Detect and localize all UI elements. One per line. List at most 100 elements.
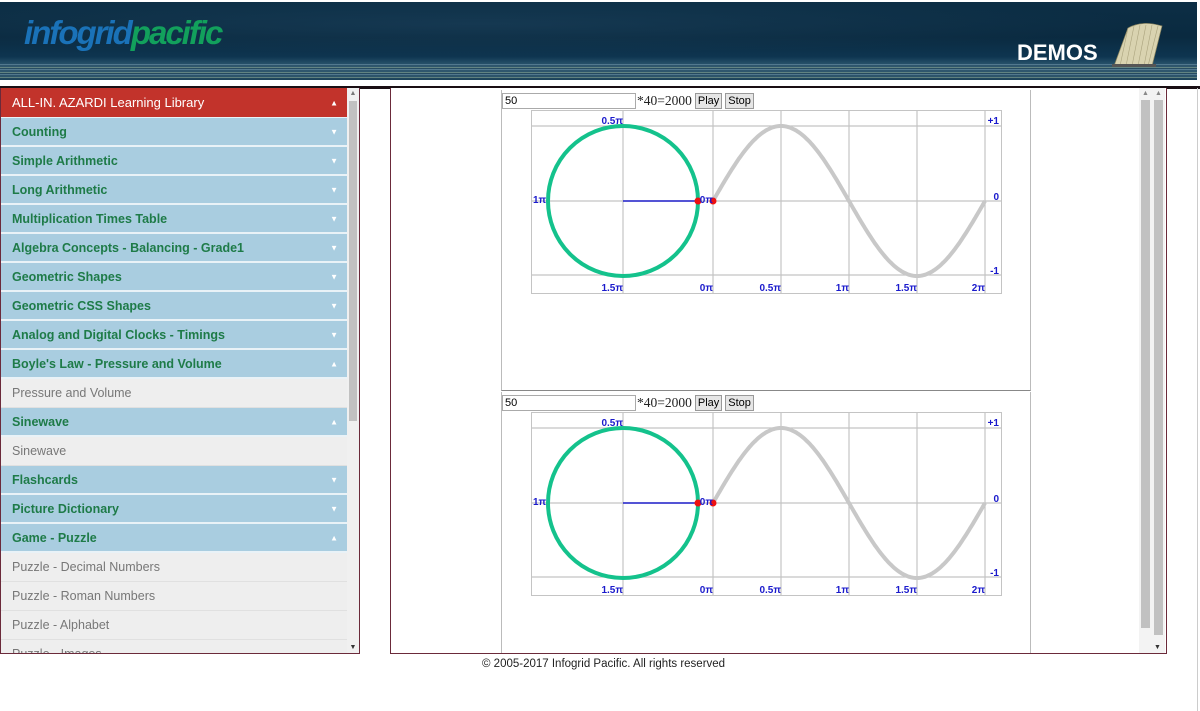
chevron-down-icon: ▼ — [330, 330, 338, 339]
sidebar-item-label: Puzzle - Roman Numbers — [12, 589, 156, 603]
scroll-up-icon[interactable]: ▲ — [1142, 90, 1149, 97]
content-scrollbar[interactable]: ▲ ▲ ▼ — [1139, 88, 1165, 653]
page-edge — [1197, 88, 1198, 711]
sidebar-section[interactable]: Picture Dictionary ▼ — [1, 495, 347, 524]
circle-label-bottom: 1.5π — [601, 585, 623, 596]
sidebar-item-label: Puzzle - Decimal Numbers — [12, 560, 160, 574]
sidebar-subitem[interactable]: Sinewave — [1, 437, 347, 466]
sidebar-section[interactable]: Boyle's Law - Pressure and Volume ▲ — [1, 350, 347, 379]
chevron-down-icon: ▼ — [330, 214, 338, 223]
x-tick-label: 1.5π — [895, 283, 917, 294]
chevron-down-icon: ▼ — [330, 475, 338, 484]
y-tick-label: +1 — [988, 418, 1000, 429]
scroll-down-icon[interactable]: ▼ — [347, 644, 359, 651]
sidebar-item-label: ALL-IN. AZARDI Learning Library — [12, 95, 205, 110]
sidebar-item-label: Boyle's Law - Pressure and Volume — [12, 356, 222, 371]
stop-button[interactable]: Stop — [725, 93, 754, 109]
sidebar-section[interactable]: ALL-IN. AZARDI Learning Library ▲ — [1, 88, 347, 118]
formula-text: *40=2000 — [637, 93, 692, 108]
sidebar-section[interactable]: Simple Arithmetic ▼ — [1, 147, 347, 176]
sidebar-item-label: Game - Puzzle — [12, 530, 97, 545]
sidebar-item-label: Pressure and Volume — [12, 386, 132, 400]
scrollbar-thumb[interactable] — [1154, 100, 1163, 635]
scrollbar-thumb[interactable] — [1141, 100, 1150, 628]
header-banner: infogridpacific DEMOS — [0, 2, 1200, 80]
circle-label-top: 0.5π — [601, 116, 623, 127]
sidebar-subitem[interactable]: Pressure and Volume — [1, 379, 347, 408]
x-tick-label: 0.5π — [759, 585, 781, 596]
scroll-down-icon[interactable]: ▼ — [1154, 644, 1161, 651]
sidebar: ALL-IN. AZARDI Learning Library ▲ Counting… — [0, 88, 360, 654]
speed-input[interactable] — [502, 395, 636, 411]
logo-text-infogrid: infogrid — [24, 14, 133, 51]
sidebar-section[interactable]: Geometric Shapes ▼ — [1, 263, 347, 292]
y-tick-label: 0 — [993, 494, 999, 505]
chevron-down-icon: ▼ — [330, 243, 338, 252]
circle-label-left: 1π — [533, 497, 547, 508]
chevron-down-icon: ▼ — [330, 272, 338, 281]
sidebar-subitem[interactable]: Puzzle - Roman Numbers — [1, 582, 347, 611]
sidebar-section[interactable]: Multiplication Times Table ▼ — [1, 205, 347, 234]
sidebar-item-label: Simple Arithmetic — [12, 153, 118, 168]
formula-text: *40=2000 — [637, 395, 692, 410]
sidebar-item-label: Long Arithmetic — [12, 182, 108, 197]
circle-label-left: 1π — [533, 195, 547, 206]
play-button[interactable]: Play — [694, 93, 723, 109]
scroll-up-icon[interactable]: ▲ — [1155, 90, 1162, 97]
sidebar-item-label: Analog and Digital Clocks - Timings — [12, 327, 225, 342]
sinewave-graph: 0.5π 1π 0π 1.5π 0π 0.5π 1π 1.5π 2π +1 0 -1 — [531, 110, 1002, 294]
play-button[interactable]: Play — [694, 395, 723, 411]
sidebar-item-label: Multiplication Times Table — [12, 211, 168, 226]
controls: *40=2000PlayStop — [502, 93, 754, 109]
chevron-down-icon: ▼ — [330, 301, 338, 310]
x-tick-label: 2π — [972, 283, 986, 294]
chevron-up-icon: ▲ — [330, 98, 338, 107]
scrollbar-thumb[interactable] — [349, 101, 357, 421]
controls: *40=2000PlayStop — [502, 395, 754, 411]
graph-frame — [531, 110, 1002, 294]
sinewave-widget: *40=2000PlayStop 0.5π 1π 0π 1.5π 0π 0.5π 1π 1.5π… — [501, 90, 1031, 391]
sidebar-menu: ALL-IN. AZARDI Learning Library ▲ Counting… — [1, 88, 347, 653]
sinewave-widget: *40=2000PlayStop 0.5π 1π 0π 1.5π 0π 0.5π 1π 1.5π… — [501, 392, 1031, 653]
sidebar-section[interactable]: Geometric CSS Shapes ▼ — [1, 292, 347, 321]
sidebar-item-label: Geometric Shapes — [12, 269, 122, 284]
sidebar-section[interactable]: Sinewave ▲ — [1, 408, 347, 437]
y-tick-label: +1 — [988, 116, 1000, 127]
sidebar-section[interactable]: Long Arithmetic ▼ — [1, 176, 347, 205]
chevron-up-icon: ▲ — [330, 533, 338, 542]
sidebar-item-label: Picture Dictionary — [12, 501, 119, 516]
chevron-down-icon: ▼ — [330, 185, 338, 194]
x-tick-label: 1π — [836, 585, 850, 596]
x-tick-label: 0π — [700, 585, 714, 596]
sidebar-item-label: Puzzle - Alphabet — [12, 618, 110, 632]
main-content: *40=2000PlayStop0.5π1π0π1.5π0π0.5π1π1.5π… — [390, 88, 1167, 654]
sidebar-item-label: Sinewave — [12, 444, 67, 458]
x-tick-label: 2π — [972, 585, 986, 596]
sidebar-section[interactable]: Algebra Concepts - Balancing - Grade1 ▼ — [1, 234, 347, 263]
y-tick-label: 0 — [993, 192, 999, 203]
sidebar-item-label: Counting — [12, 124, 67, 139]
demos-title: DEMOS — [1017, 40, 1098, 65]
x-tick-label: 0.5π — [759, 283, 781, 294]
circle-label-right: 0π — [700, 497, 714, 508]
x-tick-label: 0π — [700, 283, 714, 294]
scroll-up-icon[interactable]: ▲ — [347, 90, 359, 97]
x-tick-label: 1π — [836, 283, 850, 294]
chevron-up-icon: ▲ — [330, 359, 338, 368]
sidebar-section[interactable]: Counting ▼ — [1, 118, 347, 147]
footer-copyright: © 2005-2017 Infogrid Pacific. All rights… — [482, 658, 726, 670]
sidebar-subitem[interactable]: Puzzle - Decimal Numbers — [1, 553, 347, 582]
sidebar-subitem[interactable]: Puzzle - Images — [1, 640, 347, 653]
stop-button[interactable]: Stop — [725, 395, 754, 411]
sidebar-scrollbar[interactable]: ▲ ▼ — [347, 88, 359, 653]
sidebar-section[interactable]: Analog and Digital Clocks - Timings ▼ — [1, 321, 347, 350]
sidebar-section[interactable]: Flashcards ▼ — [1, 466, 347, 495]
y-tick-label: -1 — [990, 568, 999, 579]
speed-input[interactable] — [502, 93, 636, 109]
circle-label-top: 0.5π — [601, 418, 623, 429]
sidebar-subitem[interactable]: Puzzle - Alphabet — [1, 611, 347, 640]
logo[interactable]: infogridpacific — [24, 14, 223, 52]
banner-stripes — [0, 64, 1200, 78]
chevron-up-icon: ▲ — [330, 417, 338, 426]
sidebar-section[interactable]: Game - Puzzle ▲ — [1, 524, 347, 553]
